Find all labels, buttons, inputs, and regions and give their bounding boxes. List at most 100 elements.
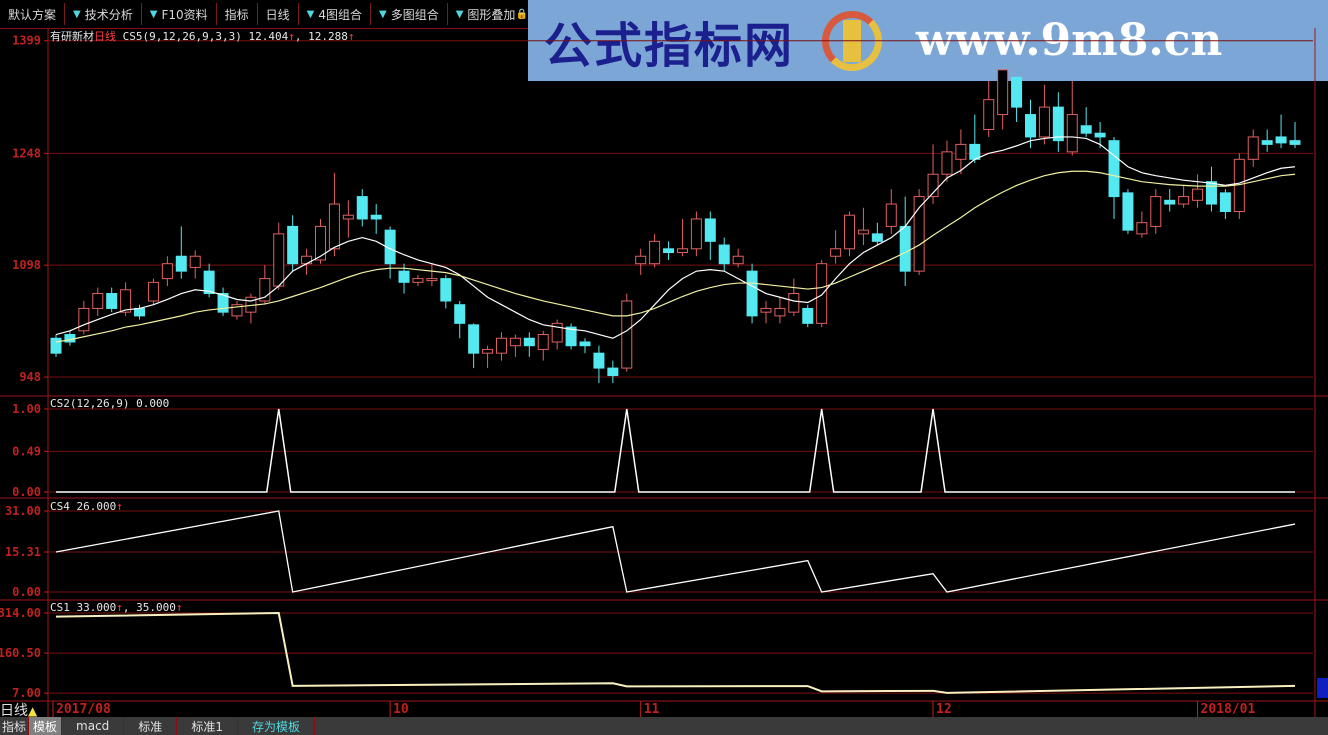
toolbar-item-4[interactable]: 日线: [258, 3, 299, 25]
y-tick-label: 1.00: [12, 402, 41, 416]
candle-body: [509, 337, 521, 347]
bottom-tab-4[interactable]: 标准1: [177, 717, 238, 735]
candle-body: [398, 270, 410, 283]
candle-body: [189, 255, 201, 268]
toolbar-item-6[interactable]: ▼ 多图组合: [371, 3, 448, 25]
toolbar-item-label: 图形叠加: [467, 7, 516, 22]
cs2-line: [56, 408, 1295, 493]
candle-body: [774, 307, 786, 317]
candle-body: [983, 99, 995, 130]
candle-body: [468, 324, 480, 354]
bottom-tab-0[interactable]: 指标: [0, 717, 30, 735]
candle-body: [273, 233, 285, 287]
candle-body: [426, 278, 438, 282]
y-tick-label: 160.50: [0, 646, 41, 660]
candle-body: [1066, 114, 1078, 153]
candle-body: [106, 293, 118, 309]
dropdown-arrow-icon[interactable]: ▼: [456, 9, 464, 20]
candle-body: [871, 233, 883, 242]
toolbar-item-3[interactable]: 指标: [217, 3, 258, 25]
up-arrow-icon: ↑: [116, 601, 123, 614]
y-tick-label: 31.00: [5, 504, 41, 518]
candle-body: [1247, 136, 1259, 160]
bottom-tab-1[interactable]: 模板: [29, 717, 63, 735]
candle-body: [495, 337, 507, 354]
candle-body: [454, 304, 466, 324]
candle-body: [1024, 114, 1036, 138]
candle-body: [941, 151, 953, 175]
candle-body: [1038, 106, 1050, 138]
candle-body: [969, 143, 981, 160]
candle-body: [593, 352, 605, 369]
cs1-value-1: 33.000: [76, 601, 117, 614]
candle-body: [1080, 125, 1092, 134]
cs1-legend: CS1 33.000↑, 35.000↑: [50, 601, 183, 614]
candle-body: [412, 278, 424, 283]
candle-body: [579, 341, 591, 347]
candle-body: [1178, 196, 1190, 205]
x-tick-label: 2018/01: [1201, 702, 1256, 717]
candle-body: [1275, 136, 1287, 144]
candle-body: [134, 307, 146, 317]
bottom-tab-2[interactable]: macd: [62, 717, 125, 735]
cs2-legend: CS2(12,26,9) 0.000: [50, 397, 169, 410]
candle-body: [175, 255, 187, 272]
candle-body: [356, 196, 368, 220]
dropdown-arrow-icon[interactable]: ▼: [150, 9, 158, 20]
candle-body: [1219, 192, 1231, 212]
y-tick-label: 948: [19, 370, 41, 384]
toolbar-item-5[interactable]: ▼ 4图组合: [299, 3, 371, 25]
toolbar-item-2[interactable]: ▼ F10资料: [142, 3, 217, 25]
candle-body: [844, 214, 856, 250]
indicator-name: CS5(9,12,26,9,3,3): [122, 30, 242, 43]
dropdown-arrow-icon[interactable]: ▼: [73, 9, 81, 20]
candle-body: [482, 348, 494, 354]
cs2-name: CS2(12,26,9): [50, 397, 130, 410]
bottom-tab-bar: 指标 模板 macd 标准 标准1 存为模板: [0, 717, 1328, 735]
candle-body: [1136, 222, 1148, 235]
dropdown-arrow-icon[interactable]: ▼: [307, 9, 315, 20]
candle-body: [955, 143, 967, 160]
candle-body: [161, 263, 173, 280]
y-tick-label: 7.00: [12, 686, 41, 700]
bottom-tab-3[interactable]: 标准: [124, 717, 178, 735]
cs1-name: CS1: [50, 601, 70, 614]
up-arrow-icon: ↑: [347, 30, 355, 43]
candle-body: [802, 307, 814, 324]
toolbar-item-1[interactable]: ▼ 技术分析: [65, 3, 142, 25]
candle-body: [857, 229, 869, 235]
candle-body: [1122, 192, 1134, 231]
y-tick-label: 0.00: [12, 485, 41, 499]
y-tick-label: 1399: [12, 34, 41, 48]
bottom-tab-5[interactable]: 存为模板: [238, 717, 315, 735]
stock-chart[interactable]: 948 1098 1248 1399 0.00 0.49 1.00 0.00 15.31 31.0…: [0, 28, 1328, 718]
candle-body: [704, 218, 716, 242]
indicator-value-1: 12.404: [248, 30, 289, 43]
candle-body: [287, 225, 299, 265]
candle-body: [1150, 196, 1162, 227]
period-label: 日线: [94, 30, 116, 43]
toolbar-item-label: 默认方案: [8, 7, 57, 22]
indicator-value-2: 12.288: [308, 30, 348, 43]
volume-marker: [1317, 678, 1328, 698]
candle-body: [746, 270, 758, 317]
candle-body: [1011, 76, 1023, 108]
toolbar-item-label: 技术分析: [84, 7, 133, 22]
lock-icon[interactable]: 🔒: [515, 9, 527, 20]
toolbar-item-7[interactable]: ▼ 图形叠加 🔒: [448, 3, 537, 25]
dropdown-arrow-icon[interactable]: ▼: [379, 9, 387, 20]
candle-body: [370, 214, 382, 220]
y-tick-label: 0.00: [12, 585, 41, 599]
up-arrow-icon: ↑: [116, 500, 123, 513]
candle-body: [607, 367, 619, 377]
toolbar-item-label: 指标: [224, 7, 249, 22]
toolbar-item-label: F10资料: [161, 7, 208, 22]
candle-body: [997, 69, 1009, 116]
candle-body: [120, 289, 132, 313]
candle-body: [1108, 140, 1120, 198]
candle-body: [635, 255, 647, 265]
candle-body: [676, 248, 688, 254]
candle-body: [1289, 140, 1301, 145]
toolbar-item-0[interactable]: 默认方案: [0, 3, 66, 25]
candle-body: [1192, 188, 1204, 201]
